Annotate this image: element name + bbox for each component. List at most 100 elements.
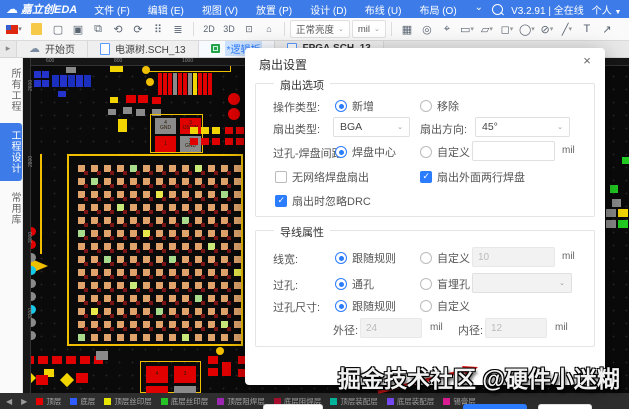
menu-item-5[interactable]: 布线 (U) [356, 2, 411, 17]
logo-text: 嘉立创EDA [21, 4, 78, 16]
menu-item-6[interactable]: 布局 (O) [410, 2, 465, 17]
toolbar-icon-mode-2[interactable]: ⊡ [239, 21, 259, 37]
radio-viasize-custom[interactable]: 自定义 [420, 298, 470, 314]
bga-inner-pad [188, 171, 192, 175]
radio-width-custom[interactable]: 自定义 [420, 250, 470, 266]
toolbar-icon-right-8[interactable]: ╱ ▾ [557, 21, 577, 37]
account-menu[interactable]: 个人 ▼ [592, 2, 622, 17]
layer-chip-5[interactable]: 顶层阻焊层 [217, 396, 265, 407]
toolbar-icon-mode-3[interactable]: ⌂ [259, 21, 279, 37]
menu-item-7[interactable]: ⌄ [466, 2, 492, 17]
toolbar-icon-right-10[interactable]: ↗ [597, 21, 617, 37]
radio-viasize-follow-rule[interactable]: 跟随规则 [335, 298, 396, 314]
bga-inner-pad [149, 197, 153, 201]
bga-inner-pad [136, 171, 140, 175]
bga-inner-pad [123, 314, 127, 318]
toolbar-icon-right-4[interactable]: ▱ ▾ [477, 21, 497, 37]
toolbar-icon-right-2[interactable]: ⌖ [437, 21, 457, 37]
layer-chip-4[interactable]: 底层丝印层 [160, 396, 208, 407]
menu-item-3[interactable]: 放置 (P) [247, 2, 301, 17]
ruler-y-tick-0: 2600 [28, 79, 34, 91]
toolbar-icon-mode-1[interactable]: 3D [219, 21, 239, 37]
menu-item-1[interactable]: 编辑 (E) [139, 2, 193, 17]
toolbar-icon-right-6[interactable]: ◯ ▾ [517, 21, 537, 37]
layer-color-swatch [217, 397, 225, 405]
dialog-title: 扇出设置 [259, 58, 308, 72]
toolbar-icon-right-0[interactable]: ▦ [397, 21, 417, 37]
bga-inner-pad [162, 314, 166, 318]
blind-via-select[interactable]: ⌄ [472, 273, 572, 293]
radio-add[interactable]: 新增 [335, 98, 374, 114]
menu-item-0[interactable]: 文件 (F) [85, 2, 139, 17]
bga-inner-pad [214, 223, 218, 227]
radio-pad-center[interactable]: 焊盘中心 [335, 144, 396, 160]
bga-inner-pad [149, 210, 153, 214]
radio-remove[interactable]: 移除 [420, 98, 459, 114]
new-document-button[interactable] [26, 21, 46, 37]
toolbar-icon-left-0[interactable]: ▢ [48, 21, 68, 37]
toolbar-icon-right-1[interactable]: ◎ [417, 21, 437, 37]
outer-diameter-input[interactable] [360, 318, 422, 338]
search-icon[interactable] [492, 3, 504, 15]
layer-chip-2[interactable]: 底层 [70, 396, 95, 407]
bga-inner-pad [149, 314, 153, 318]
layer-flag-button[interactable]: ▾ [4, 21, 24, 37]
bga-inner-pad [123, 327, 127, 331]
inner-diameter-input[interactable] [485, 318, 547, 338]
layer-color-swatch [104, 397, 112, 405]
dialog-close-button[interactable]: × [579, 53, 595, 69]
layers-prev-icon[interactable]: ◀ [6, 397, 12, 406]
layer-chip-3[interactable]: 顶层丝印层 [104, 396, 152, 407]
checkbox-outer-rows-fanout[interactable]: 扇出外面两行焊盘 [420, 169, 525, 185]
radio-through-hole[interactable]: 通孔 [335, 276, 374, 292]
toolbar-icon-left-3[interactable]: ⟲ [108, 21, 128, 37]
design-rules-button[interactable]: 设计规则... [263, 404, 323, 409]
toolbar-icon-right-3[interactable]: ▭ ▾ [457, 21, 477, 37]
radio-gap-custom[interactable]: 自定义 [420, 144, 470, 160]
via-size-label: 过孔尺寸: [273, 302, 321, 314]
sidebar-tab-2[interactable]: 工程设计 [0, 123, 22, 181]
menu-item-2[interactable]: 视图 (V) [193, 2, 247, 17]
radio-blind-buried[interactable]: 盲埋孔 [420, 276, 470, 292]
pin-tabs-icon[interactable]: ▸ [0, 40, 17, 57]
radio-width-follow-rule[interactable]: 跟随规则 [335, 250, 396, 266]
gap-custom-input[interactable] [472, 141, 555, 161]
checkbox-no-net-fanout[interactable]: 无网络焊盘扇出 [275, 169, 369, 185]
bga-inner-pad [214, 262, 218, 266]
brightness-select[interactable]: 正常亮度 ⌄ [290, 20, 350, 38]
pcb-shape-50 [212, 138, 220, 145]
toolbar-icon-right-7[interactable]: ⊘ ▾ [537, 21, 557, 37]
toolbar-icon-left-6[interactable]: ≣ [168, 21, 188, 37]
bga-inner-pad [136, 288, 140, 292]
fanout-direction-label: 扇出方向: [420, 124, 468, 136]
toolbar-icon-mode-0[interactable]: 2D [199, 21, 219, 37]
bga-inner-pad [201, 327, 205, 331]
pcb-shape-49 [201, 138, 209, 145]
unit-select[interactable]: mil ⌄ [351, 20, 386, 38]
fanout-direction-select[interactable]: 45° ⌄ [475, 117, 570, 137]
sidebar-tab-1[interactable]: 所有工程 [0, 61, 22, 119]
pcb-shape-37 [118, 119, 127, 132]
toolbar-icon-left-1[interactable]: ▣ [68, 21, 88, 37]
document-tab-1[interactable]: ☁ 开始页 [17, 40, 88, 57]
toolbar-icon-left-2[interactable]: ⧉ [88, 21, 108, 37]
checkbox-ignore-drc[interactable]: 扇出时忽略DRC [275, 193, 371, 209]
line-width-input[interactable] [472, 247, 555, 267]
cancel-button[interactable]: 取消 [538, 404, 592, 409]
pcb-shape-5 [146, 78, 154, 86]
toolbar-icon-right-9[interactable]: T [577, 21, 597, 37]
document-tab-2[interactable]: 电源树.SCH_13 [88, 40, 199, 57]
toolbar-icon-right-5[interactable]: ◻ ▾ [497, 21, 517, 37]
apply-button[interactable]: 应用 [463, 404, 527, 409]
toolbar-icon-left-4[interactable]: ⟳ [128, 21, 148, 37]
toolbar-icon-left-5[interactable]: ⠿ [148, 21, 168, 37]
bga-inner-pad [162, 301, 166, 305]
fanout-type-select[interactable]: BGA ⌄ [333, 117, 410, 137]
bga-inner-pad [84, 314, 88, 318]
sidebar-tab-3[interactable]: 常用库 [0, 185, 22, 232]
bga-inner-pad [123, 275, 127, 279]
bga-inner-pad [201, 171, 205, 175]
menu-item-4[interactable]: 设计 (D) [301, 2, 356, 17]
layer-chip-1[interactable]: 顶层 [36, 396, 61, 407]
layers-next-icon[interactable]: ▶ [21, 397, 27, 406]
